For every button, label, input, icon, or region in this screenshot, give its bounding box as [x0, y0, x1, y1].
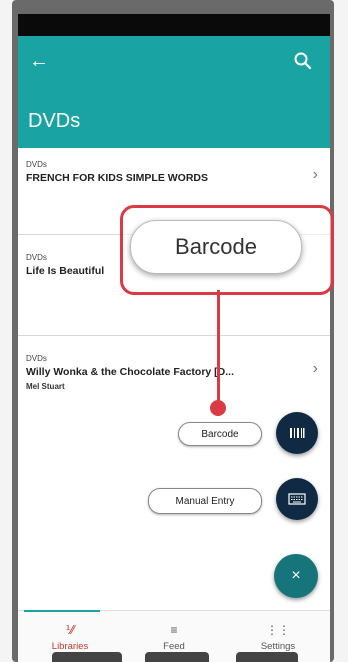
- item-subtitle: Mel Stuart: [26, 382, 65, 391]
- app-bar: ← DVDs: [18, 36, 330, 148]
- phone-screen: ← DVDs DVDs FRENCH FOR KIDS SIMPLE WORDS…: [18, 14, 330, 662]
- dock-tab: [145, 652, 209, 662]
- search-button[interactable]: [292, 50, 314, 72]
- callout-connector-line: [217, 290, 220, 406]
- page-title: DVDs: [28, 110, 81, 132]
- barcode-button[interactable]: [276, 412, 318, 454]
- close-fab-button[interactable]: ×: [274, 554, 318, 598]
- nav-settings-label: Settings: [260, 641, 296, 652]
- manual-entry-label[interactable]: Manual Entry: [148, 488, 262, 514]
- status-bar: [18, 14, 330, 36]
- callout-connector-dot: [210, 400, 226, 416]
- chevron-right-icon: ›: [312, 360, 318, 377]
- keyboard-icon: [288, 493, 306, 505]
- dock-tab: [52, 652, 122, 662]
- arrow-left-icon: ←: [29, 50, 49, 72]
- item-category: DVDs: [26, 354, 47, 363]
- nav-feed-label: Feed: [163, 641, 185, 652]
- chevron-right-icon: ›: [312, 166, 318, 183]
- dvd-list: DVDs FRENCH FOR KIDS SIMPLE WORDS › DVDs…: [18, 148, 330, 446]
- barcode-label[interactable]: Barcode: [178, 422, 262, 446]
- item-title: Life Is Beautiful: [26, 265, 105, 277]
- settings-icon: ⋮⋮: [266, 623, 290, 637]
- search-icon: [294, 52, 312, 70]
- item-title: FRENCH FOR KIDS SIMPLE WORDS: [26, 172, 209, 184]
- back-button[interactable]: ←: [28, 50, 50, 72]
- close-icon: ×: [291, 567, 301, 584]
- nav-libraries-label: Libraries: [51, 641, 89, 652]
- feed-icon: ≡: [170, 623, 178, 637]
- item-category: DVDs: [26, 160, 47, 169]
- library-icon: ⅟⁄: [65, 623, 75, 637]
- manual-entry-button[interactable]: [276, 478, 318, 520]
- item-category: DVDs: [26, 253, 47, 262]
- dock-tab: [236, 652, 298, 662]
- item-title: Willy Wonka & the Chocolate Factory [D..…: [26, 366, 234, 378]
- barcode-icon: [290, 428, 305, 438]
- callout-barcode-label: Barcode: [130, 220, 302, 274]
